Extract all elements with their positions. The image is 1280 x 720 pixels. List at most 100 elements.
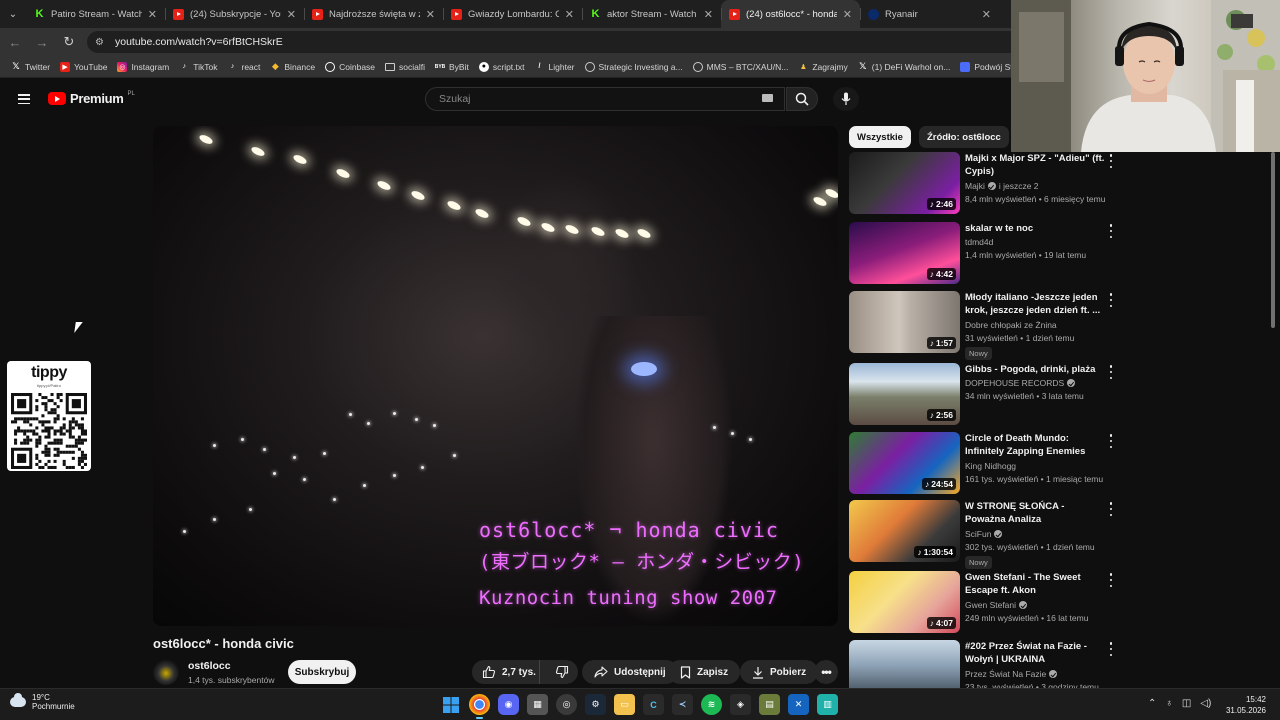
recommended-video[interactable]: ♪ 1:57 Młody italiano -Jeszcze jeden krok,… — [849, 291, 1119, 360]
recommended-video[interactable]: ♪ 24:54 Circle of Death Mundo: Infinitely … — [849, 432, 1119, 498]
bookmark-script[interactable]: ● script.txt — [474, 61, 530, 72]
more-vertical-icon[interactable] — [1107, 502, 1115, 516]
browser-tab[interactable]: Gwiazdy Lombardu: OTW ✕ — [443, 0, 582, 28]
search-input[interactable] — [439, 93, 759, 105]
video-thumbnail[interactable]: ♪ 24:54 — [849, 432, 960, 494]
site-info-icon[interactable]: ⚙ — [95, 36, 107, 48]
video-thumbnail[interactable]: ♪ 2:56 — [849, 363, 960, 425]
more-vertical-icon[interactable] — [1107, 293, 1115, 307]
chip-all[interactable]: Wszystkie — [849, 126, 911, 148]
recommended-video-title[interactable]: Circle of Death Mundo: Infinitely Zappin… — [965, 432, 1105, 458]
microphone-icon[interactable]: ♁ — [1165, 698, 1173, 709]
file-explorer-icon[interactable]: ▭ — [614, 694, 635, 715]
bookmark-socialfi[interactable]: socialfi — [380, 62, 430, 72]
bookmark-react[interactable]: ♪ react — [222, 62, 265, 72]
ccleaner-icon[interactable]: C — [643, 694, 664, 715]
tab-close-icon[interactable]: ✕ — [843, 8, 852, 21]
system-clock[interactable]: 15:42 31.05.2026 — [1226, 694, 1266, 716]
download-button[interactable]: Pobierz — [740, 660, 819, 684]
tab-close-icon[interactable]: ✕ — [287, 8, 296, 21]
video-thumbnail[interactable]: ♪ 4:07 — [849, 571, 960, 633]
save-button[interactable]: Zapisz — [668, 660, 741, 684]
app-icon[interactable]: ◈ — [730, 694, 751, 715]
scrollbar-thumb[interactable] — [1271, 152, 1275, 328]
subscribe-button[interactable]: Subskrybuj — [288, 660, 356, 684]
recommended-video[interactable]: ♪ 2:46 Majki x Major SPZ - "Adieu" (ft. Cy… — [849, 152, 1119, 218]
recommended-video-title[interactable]: Majki x Major SPZ - "Adieu" (ft. Cypis) — [965, 152, 1105, 178]
recommended-channel[interactable]: Gwen Stefani — [965, 600, 1028, 610]
channel-avatar[interactable] — [153, 659, 179, 685]
tab-search-chevron-icon[interactable]: ⌄ — [0, 0, 26, 28]
video-thumbnail[interactable]: ♪ 2:46 — [849, 152, 960, 214]
recommended-video-title[interactable]: Gwen Stefani - The Sweet Escape ft. Akon — [965, 571, 1105, 597]
recommended-video[interactable]: ♪ 4:42 skalar w te noc tdmd4d 1,4 mln wyświe… — [849, 222, 1119, 288]
share-button[interactable]: Udostępnij — [582, 660, 678, 684]
recommended-video-title[interactable]: W STRONĘ SŁOŃCA - Poważna Analiza — [965, 500, 1105, 526]
chrome-icon[interactable] — [469, 694, 490, 719]
recommended-channel[interactable]: Dobre chłopaki ze Żnina — [965, 320, 1057, 330]
menu-icon[interactable] — [18, 94, 30, 104]
recommended-video[interactable]: ♪ 1:30:54 W STRONĘ SŁOŃCA - Poważna Analiz… — [849, 500, 1119, 569]
browser-tab[interactable]: Ryanair ✕ — [860, 0, 999, 28]
windows-start-icon[interactable] — [440, 694, 461, 715]
spotify-icon[interactable]: ≋ — [701, 694, 722, 715]
bookmark-zagrajmy[interactable]: ♟ Zagrajmy — [793, 62, 852, 72]
more-vertical-icon[interactable] — [1107, 434, 1115, 448]
more-actions-button[interactable]: ••• — [814, 660, 838, 684]
network-icon[interactable]: ◫ — [1182, 698, 1191, 709]
bookmark-coinbase[interactable]: Coinbase — [320, 61, 380, 72]
recommended-channel[interactable]: tdmd4d — [965, 237, 993, 247]
more-vertical-icon[interactable] — [1107, 224, 1115, 238]
reload-icon[interactable]: ↻ — [57, 30, 81, 54]
recommended-video-title[interactable]: skalar w te noc — [965, 222, 1105, 235]
more-vertical-icon[interactable] — [1107, 573, 1115, 587]
chevron-up-icon[interactable]: ⌃ — [1148, 698, 1156, 709]
recommended-video-title[interactable]: Młody italiano -Jeszcze jeden krok, jesz… — [965, 291, 1105, 317]
more-vertical-icon[interactable] — [1107, 365, 1115, 379]
more-vertical-icon[interactable] — [1107, 642, 1115, 656]
youtube-premium-logo[interactable]: Premium PL — [48, 91, 135, 106]
recommended-channel[interactable]: Przez Świat Na Fazie — [965, 669, 1058, 679]
recommended-video[interactable]: ♪ 4:07 Gwen Stefani - The Sweet Escape ft.… — [849, 571, 1119, 637]
bookmark-strategic-investing[interactable]: Strategic Investing a... — [580, 61, 688, 72]
search-button[interactable] — [786, 87, 818, 111]
tab-close-icon[interactable]: ✕ — [565, 8, 574, 21]
browser-tab-active[interactable]: (24) ost6locc* - honda civic ✕ — [721, 0, 860, 28]
chip-source[interactable]: Źródło: ost6locc — [918, 126, 1009, 148]
bookmark-tiktok[interactable]: ♪ TikTok — [174, 62, 222, 72]
app-icon[interactable]: ▤ — [759, 694, 780, 715]
discord-icon[interactable]: ◉ — [498, 694, 519, 715]
forward-arrow-icon[interactable]: → — [30, 30, 54, 54]
recommended-video-title[interactable]: #202 Przez Świat na Fazie - Wołyń | UKRA… — [965, 640, 1105, 666]
recommended-video[interactable]: ♪ 2:56 Gibbs - Pogoda, drinki, plaża DOPEHO… — [849, 363, 1119, 429]
browser-tab[interactable]: (24) Subskrypcje - YouTube ✕ — [165, 0, 304, 28]
browser-tab[interactable]: Najdroższe święta w życiu ✕ — [304, 0, 443, 28]
voice-search-button[interactable] — [833, 87, 859, 111]
bookmark-mms[interactable]: MMS – BTC/XAU/N... — [688, 61, 794, 72]
vscode-icon[interactable]: ≺ — [672, 694, 693, 715]
bookmark-bybit[interactable]: BYB ByBit — [430, 62, 474, 72]
video-thumbnail[interactable]: ♪ 1:30:54 — [849, 500, 960, 562]
app-icon[interactable]: ▦ — [527, 694, 548, 715]
bookmark-binance[interactable]: ◆ Binance — [265, 61, 320, 72]
channel-name[interactable]: ost6locc — [188, 660, 231, 672]
browser-tab[interactable]: K Patiro Stream - Watch Live ✕ — [26, 0, 165, 28]
volume-icon[interactable]: ◁) — [1200, 698, 1211, 709]
obs-icon[interactable]: ◎ — [556, 694, 577, 715]
video-thumbnail[interactable]: ♪ 1:57 — [849, 291, 960, 353]
video-thumbnail[interactable]: ♪ 4:42 — [849, 222, 960, 284]
keyboard-icon[interactable] — [762, 94, 773, 102]
like-button[interactable]: 2,7 tys. — [472, 660, 541, 684]
recommended-video-title[interactable]: Gibbs - Pogoda, drinki, plaża — [965, 363, 1105, 376]
recommended-channel[interactable]: King Nidhogg — [965, 461, 1016, 471]
app-icon[interactable]: ✕ — [788, 694, 809, 715]
address-bar[interactable]: ⚙ youtube.com/watch?v=6rfBtCHSkrE — [87, 31, 1087, 53]
more-vertical-icon[interactable] — [1107, 154, 1115, 168]
recommended-channel[interactable]: SciFun — [965, 529, 1003, 539]
tab-close-icon[interactable]: ✕ — [982, 8, 991, 21]
recommended-channel[interactable]: DOPEHOUSE RECORDS — [965, 378, 1076, 388]
weather-widget[interactable]: 19°C Pochmurnie — [10, 693, 75, 711]
video-player[interactable]: ost6locc* ¬ honda civic (東ブロック* – ホンダ・シビ… — [153, 126, 838, 626]
dislike-button[interactable] — [546, 660, 578, 684]
back-arrow-icon[interactable]: ← — [3, 30, 27, 54]
